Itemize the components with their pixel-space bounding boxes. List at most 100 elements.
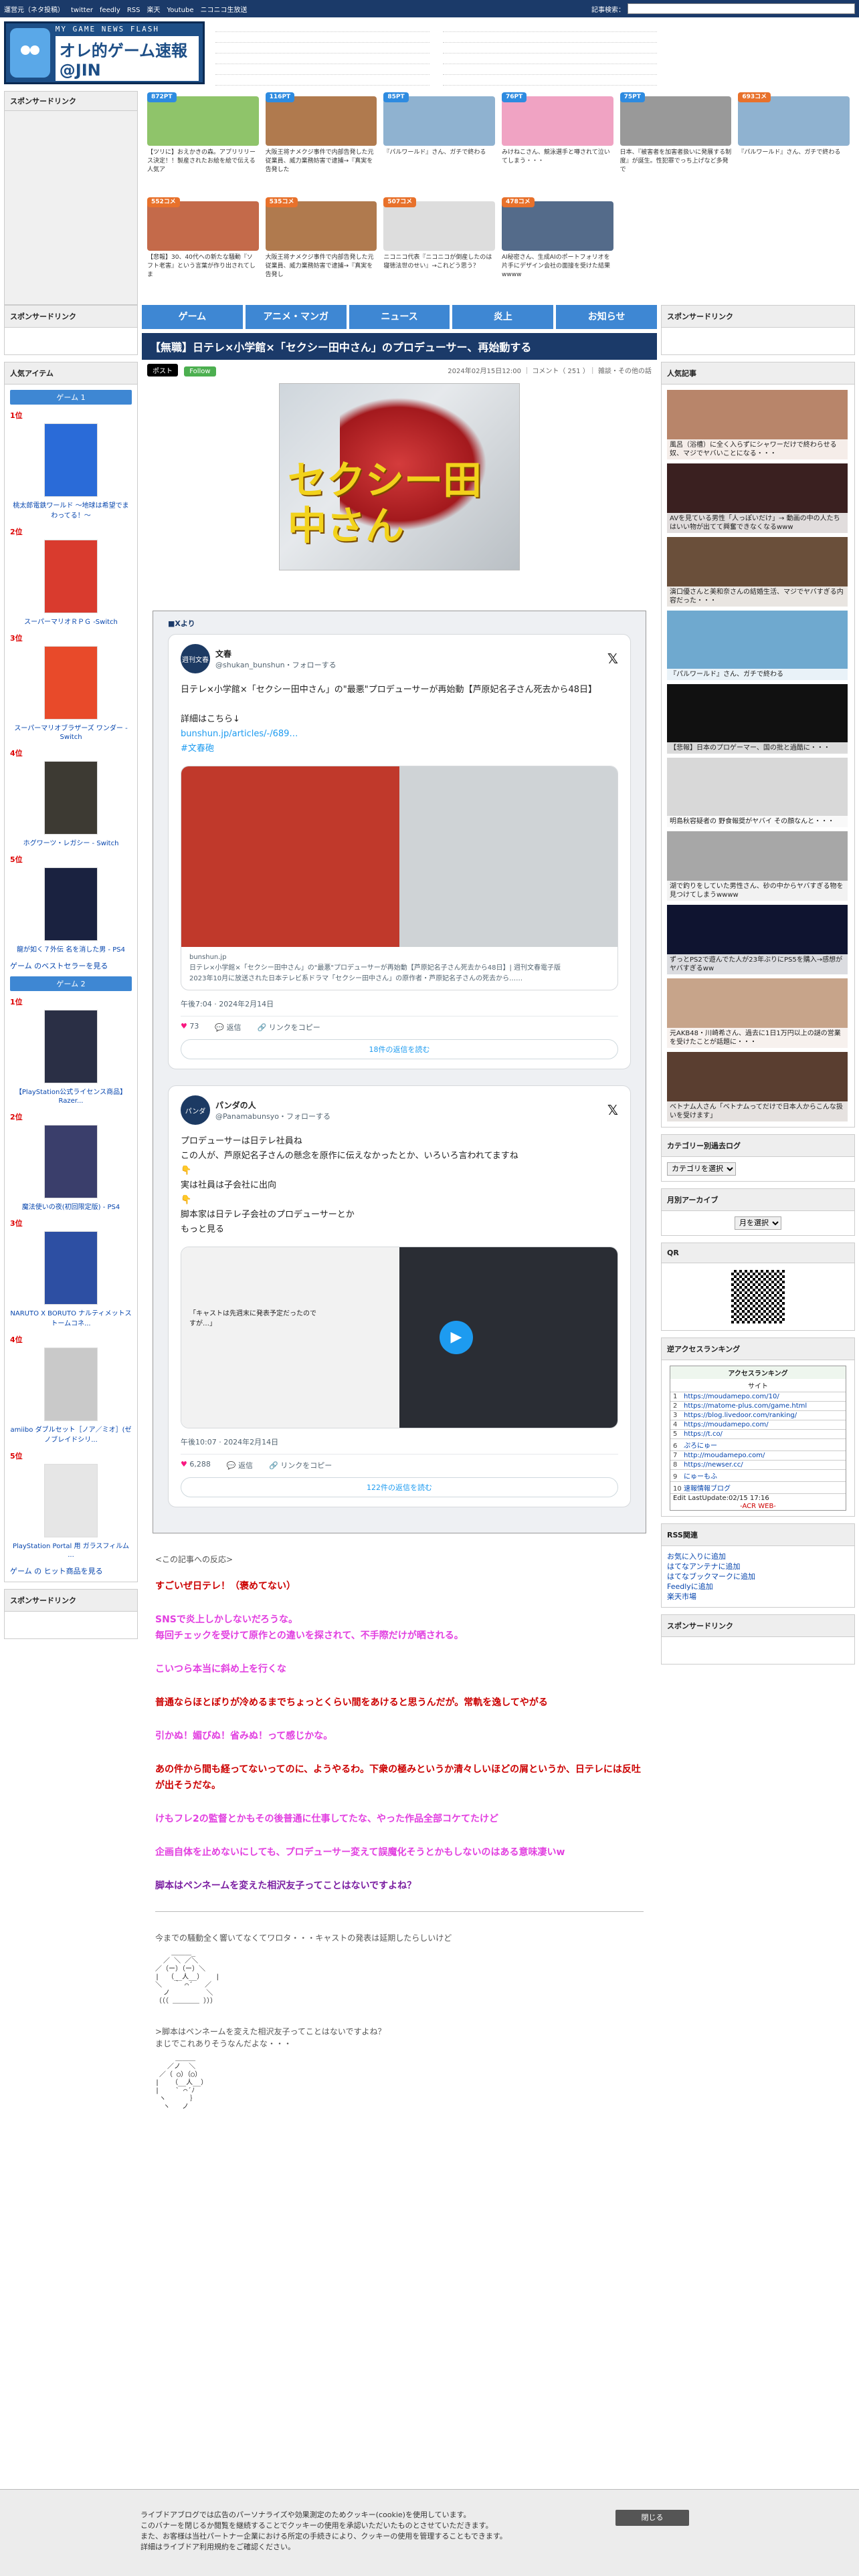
header-link[interactable] [215,53,430,64]
top-link[interactable]: 楽天 [147,7,161,14]
ranking-item[interactable]: PlayStation Portal 用 ガラスフィルム ... [10,1464,132,1559]
product-image[interactable] [44,423,98,497]
like-button[interactable]: ♥ 73 [181,1022,199,1033]
top-link[interactable]: 運営元（ネタ投稿） [4,7,64,14]
product-image[interactable] [44,540,98,613]
top-link[interactable]: Youtube [167,7,194,14]
ranking-category-label[interactable]: ゲーム 1 [10,390,132,405]
header-link[interactable] [443,21,657,32]
popular-article[interactable]: 風呂（浴槽）に全く入らずにシャワーだけで終わらせる奴、マジでヤバいことになる・・… [667,390,849,459]
header-link[interactable] [443,32,657,43]
access-ranking-item[interactable]: 3 https://blog.livedoor.com/ranking/ [670,1410,846,1420]
more-bestsellers-link[interactable]: ゲーム のベストセラーを見る [10,962,108,970]
top-link[interactable]: ニコニコ生放送 [201,7,248,14]
product-image[interactable] [44,1010,98,1083]
product-title[interactable]: スーパーマリオブラザーズ ワンダー -Switch [14,725,127,741]
ad-card[interactable]: 85PT 『パルワールド』さん、ガチで終わる [383,92,495,195]
avatar[interactable]: パンダ [181,1095,210,1125]
access-ranking-item[interactable]: 9 にゅーもふ [670,1469,846,1481]
nav-tab[interactable]: お知らせ [556,305,657,329]
month-select[interactable]: 月を選択 [735,1216,781,1230]
access-ranking-link[interactable]: https://t.co/ [684,1430,723,1438]
popular-article[interactable]: 【悲報】日本のプロゲーマー、国の批と過酷に・・・ [667,684,849,754]
popular-article[interactable]: AVを見ている男性「人っぽいだけ」→ 動画の中の人たちはいい物が出てて興奮できな… [667,463,849,533]
search-input[interactable] [628,3,855,14]
top-link[interactable]: RSS [127,7,140,14]
product-image[interactable] [44,1231,98,1305]
ad-card[interactable]: 552コメ 【悲報】30、40代への新たな騒動『ソフト老害』という言葉が作り出され… [147,197,259,300]
header-link[interactable] [443,75,657,86]
site-logo[interactable]: MY GAME NEWS FLASH オレ的ゲーム速報@JIN [4,21,205,84]
ranking-category-label[interactable]: ゲーム 2 [10,976,132,991]
post-button[interactable]: ポスト [147,364,178,377]
ranking-item[interactable]: スーパーマリオＲＰＧ -Switch [10,540,132,626]
post-hashtag[interactable]: #文春砲 [181,744,214,754]
access-ranking-link[interactable]: https://matome-plus.com/game.html [684,1402,807,1410]
header-link[interactable] [443,43,657,53]
link-card[interactable]: 「キャストは先週末に発表予定だったのですが…」 ▶ [181,1247,618,1428]
access-ranking-item[interactable]: 5 https://t.co/ [670,1429,846,1438]
access-ranking-link[interactable]: https://blog.livedoor.com/ranking/ [684,1412,797,1419]
rss-link[interactable]: はてなブックマークに追加 [667,1572,849,1582]
read-replies-button[interactable]: 122件の返信を読む [181,1477,618,1497]
source-link[interactable]: <この記事への反応> [142,1553,657,1578]
access-ranking-link[interactable]: https://moudamepo.com/10/ [684,1393,779,1400]
product-image[interactable] [44,1125,98,1198]
x-logo-icon[interactable]: 𝕏 [607,1102,618,1118]
product-image[interactable] [44,761,98,835]
ranking-item[interactable]: スーパーマリオブラザーズ ワンダー -Switch [10,646,132,741]
ranking-item[interactable]: 【PlayStation公式ライセンス商品】Razer... [10,1010,132,1105]
avatar[interactable]: 週刊文春 [181,644,210,673]
popular-article[interactable]: ベトナム人さん「ベトナムってだけで日本人からこんな扱いを受けます」 [667,1052,849,1121]
product-title[interactable]: 魔法使いの夜(初回限定版) - PS4 [22,1204,120,1211]
popular-article[interactable]: 『パルワールド』さん、ガチで終わる [667,611,849,680]
access-ranking-item[interactable]: 4 https://moudamepo.com/ [670,1420,846,1429]
header-link[interactable] [215,32,430,43]
ranking-item[interactable]: 龍が如く７外伝 名を消した男 - PS4 [10,867,132,954]
like-button[interactable]: ♥ 6,288 [181,1460,211,1471]
nav-tab[interactable]: アニメ・マンガ [245,305,347,329]
top-link[interactable]: feedly [100,7,120,14]
ad-card[interactable]: 75PT 日本、『被害者を加害者扱いに発展する制度』が誕生。性犯罪でっち上げなど多… [619,92,732,195]
popular-article[interactable]: 明島秋容疑者の 野食報奨がヤバイ その顔なんと・・・ [667,758,849,827]
ad-card[interactable]: 872PT 【ツリに】おえかきの森。アプリリリース決定！！製産されたお絵を絵で伝え… [147,92,259,195]
ad-card[interactable]: 76PT みけねこさん、競泳選手と噂されて泣いてしまう・・・ [502,92,613,195]
nav-tab[interactable]: ゲーム [142,305,243,329]
access-ranking-link[interactable]: http://moudamepo.com/ [684,1452,765,1459]
product-title[interactable]: PlayStation Portal 用 ガラスフィルム ... [13,1543,129,1559]
read-replies-button[interactable]: 18件の返信を読む [181,1039,618,1059]
rss-link[interactable]: Feedlyに追加 [667,1582,849,1592]
access-ranking-link[interactable]: にゅーもふ [684,1473,717,1481]
ranking-item[interactable]: ホグワーツ・レガシー - Switch [10,761,132,847]
header-link[interactable] [215,75,430,86]
reply-button[interactable]: 💬 返信 [227,1460,253,1471]
popular-article[interactable]: ずっとPS2で遊んでた人が23年ぶりにPS5を購入→感想がヤバすぎるww [667,905,849,974]
product-title[interactable]: 【PlayStation公式ライセンス商品】Razer... [15,1089,126,1105]
post-link[interactable]: bunshun.jp/articles/-/689… [181,729,298,739]
follow-button[interactable]: Follow [184,366,216,377]
more-bestsellers-link[interactable]: ゲーム の ヒット商品を見る [10,1567,103,1576]
popular-article[interactable]: 元AKB48・川崎希さん、過去に1日1万円以上の謎の営業を受けたことが話題に・・… [667,978,849,1048]
product-image[interactable] [44,1348,98,1421]
access-ranking-item[interactable]: 2 https://matome-plus.com/game.html [670,1401,846,1410]
product-image[interactable] [44,646,98,720]
top-link[interactable]: twitter [71,7,93,14]
product-title[interactable]: amiibo ダブルセット［ノア／ミオ］(ゼノブレイドシリ... [11,1426,132,1444]
access-ranking-item[interactable]: 8 https://newser.cc/ [670,1460,846,1469]
product-image[interactable] [44,867,98,941]
header-link[interactable] [215,64,430,75]
link-card[interactable]: bunshun.jp 日テレ×小学館×「セクシー田中さん」の"最悪"プロデューサー… [181,766,618,990]
nav-tab[interactable]: ニュース [349,305,450,329]
product-image[interactable] [44,1464,98,1537]
product-title[interactable]: NARUTO X BORUTO ナルティメットストームコネ... [10,1310,131,1327]
popular-article[interactable]: 演口優さんと美和奈さんの結婚生活、マジでヤバすぎる内容だった・・・ [667,537,849,607]
ranking-item[interactable]: NARUTO X BORUTO ナルティメットストームコネ... [10,1231,132,1327]
reply-button[interactable]: 💬 返信 [215,1022,241,1033]
play-icon[interactable]: ▶ [440,1321,473,1354]
product-title[interactable]: ホグワーツ・レガシー - Switch [23,840,119,847]
nav-tab[interactable]: 炎上 [452,305,554,329]
ad-card[interactable]: 507コメ ニコニコ代表『ニコニコが倒産したのは寝徳法世のせい』→これどう思う？ [383,197,495,300]
header-link[interactable] [215,21,430,32]
header-link[interactable] [443,53,657,64]
access-ranking-link[interactable]: 速報情報ブログ [684,1485,731,1493]
